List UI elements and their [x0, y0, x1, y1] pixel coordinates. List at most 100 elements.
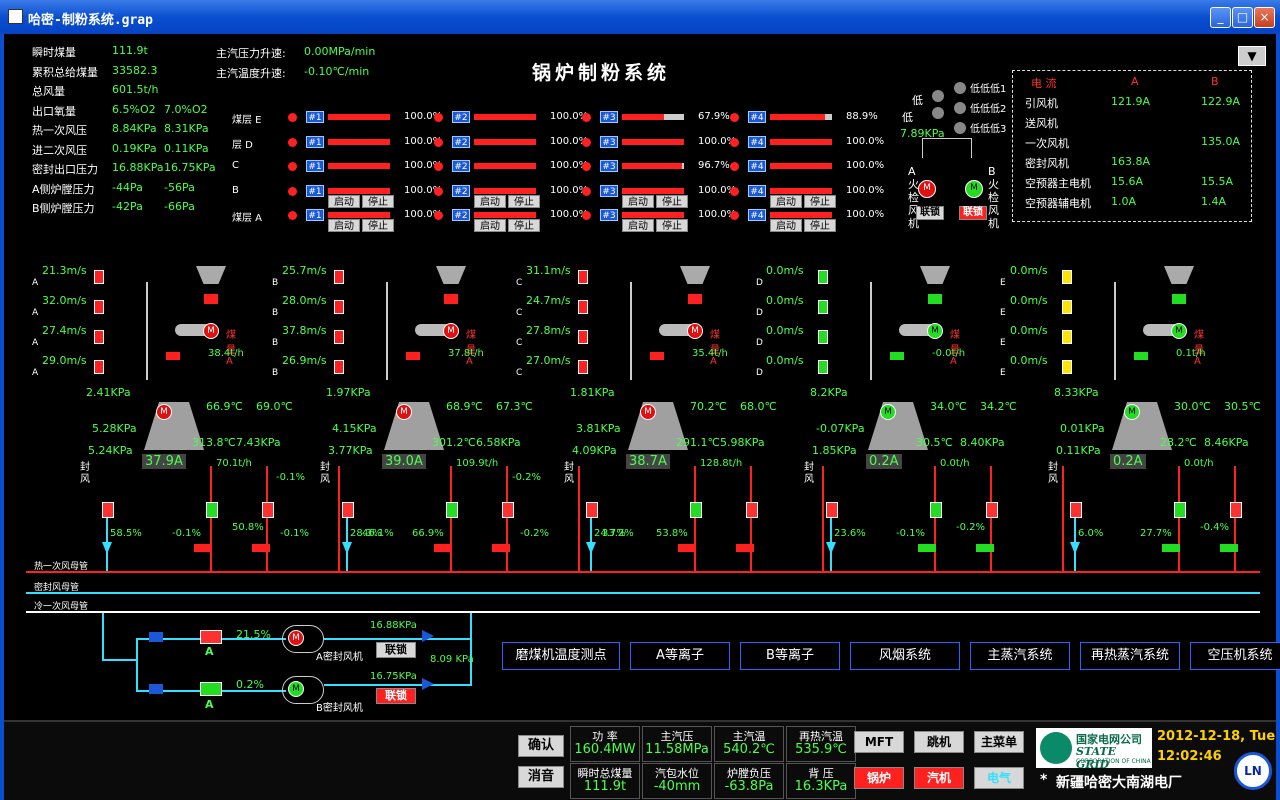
burner-tag[interactable]: #2 [452, 160, 470, 172]
hot-air-valve[interactable] [826, 502, 838, 518]
burner-tag[interactable]: #1 [306, 135, 324, 148]
main-menu-button[interactable]: 主菜单 [974, 731, 1024, 753]
nav-button[interactable]: A等离子 [630, 642, 730, 670]
damper-2[interactable] [736, 544, 754, 552]
burner-start-button[interactable]: 启动 [770, 219, 802, 232]
pipe-damper[interactable] [578, 300, 588, 314]
damper-2[interactable] [976, 544, 994, 552]
mft-button[interactable]: MFT [854, 731, 904, 753]
bypass-valve[interactable] [502, 502, 514, 518]
burner-tag[interactable]: #2 [452, 209, 470, 221]
burner-tag[interactable]: #3 [600, 111, 618, 123]
feeder-valve[interactable] [650, 352, 664, 360]
flame-fan-b-motor[interactable]: M [965, 180, 983, 198]
seal-b-fan-motor[interactable]: M [288, 681, 304, 697]
burner-stop-button[interactable]: 停止 [362, 219, 394, 232]
mute-button[interactable]: 消音 [518, 766, 564, 788]
burner-stop-button[interactable]: 停止 [508, 219, 540, 232]
pipe-damper[interactable] [334, 270, 344, 284]
burner-start-button[interactable]: 启动 [474, 219, 506, 232]
pipe-damper[interactable] [334, 330, 344, 344]
hopper-gate[interactable] [1172, 294, 1186, 304]
feeder-valve[interactable] [406, 352, 420, 360]
dropdown-icon[interactable]: ▼ [1238, 46, 1266, 66]
seal-a-fan-motor[interactable]: M [288, 630, 304, 646]
mill-motor[interactable]: M [396, 404, 412, 420]
seal-b-damper[interactable] [149, 684, 163, 694]
burner-stop-button[interactable]: 停止 [508, 194, 540, 208]
pipe-damper[interactable] [334, 360, 344, 374]
feeder-motor[interactable]: M [443, 323, 459, 339]
pipe-damper[interactable] [578, 270, 588, 284]
feeder-valve[interactable] [166, 352, 180, 360]
burner-tag[interactable]: #4 [748, 209, 766, 221]
burner-tag[interactable]: #4 [748, 111, 766, 123]
burner-start-button[interactable]: 启动 [328, 219, 360, 232]
damper-2[interactable] [1220, 544, 1238, 552]
hopper-gate[interactable] [688, 294, 702, 304]
pipe-damper[interactable] [94, 300, 104, 314]
burner-tag[interactable]: #3 [600, 209, 618, 221]
burner-tag[interactable]: #2 [452, 184, 470, 197]
nav-button[interactable]: 再热蒸汽系统 [1080, 642, 1180, 670]
hopper-gate[interactable] [444, 294, 458, 304]
nav-button[interactable]: 空压机系统 [1190, 642, 1280, 670]
pipe-damper[interactable] [1062, 300, 1072, 314]
seal-b-valve[interactable] [200, 682, 222, 696]
burner-start-button[interactable]: 启动 [622, 194, 654, 208]
damper-1[interactable] [1162, 544, 1180, 552]
hot-air-valve[interactable] [1070, 502, 1082, 518]
burner-tag[interactable]: #3 [600, 160, 618, 172]
burner-start-button[interactable]: 启动 [474, 194, 506, 208]
nav-button[interactable]: B等离子 [740, 642, 840, 670]
burner-start-button[interactable]: 启动 [770, 194, 802, 208]
damper-2[interactable] [492, 544, 510, 552]
hopper-gate[interactable] [928, 294, 942, 304]
hot-air-valve[interactable] [342, 502, 354, 518]
flame-lock-b-button[interactable]: 联锁 [959, 206, 987, 220]
feeder-valve[interactable] [1134, 352, 1148, 360]
electrical-button[interactable]: 电气 [974, 767, 1024, 789]
flame-lock-a-button[interactable]: 联锁 [916, 206, 944, 220]
pipe-damper[interactable] [818, 330, 828, 344]
seal-a-damper[interactable] [149, 632, 163, 642]
burner-tag[interactable]: #4 [748, 160, 766, 172]
seal-lock-button[interactable]: 联锁 [376, 642, 416, 658]
hopper-gate[interactable] [204, 294, 218, 304]
hot-air-valve[interactable] [102, 502, 114, 518]
feeder-motor[interactable]: M [687, 323, 703, 339]
nav-button[interactable]: 风烟系统 [850, 642, 960, 670]
cold-air-valve[interactable] [206, 502, 218, 518]
cold-air-valve[interactable] [446, 502, 458, 518]
pipe-damper[interactable] [1062, 330, 1072, 344]
cold-air-valve[interactable] [690, 502, 702, 518]
burner-start-button[interactable]: 启动 [328, 194, 360, 208]
burner-tag[interactable]: #2 [452, 111, 470, 123]
seal-lock-button-2[interactable]: 联锁 [376, 688, 416, 704]
feeder-motor[interactable]: M [927, 323, 943, 339]
bypass-valve[interactable] [986, 502, 998, 518]
burner-start-button[interactable]: 启动 [622, 219, 654, 232]
turbine-button[interactable]: 汽机 [914, 767, 964, 789]
cold-air-valve[interactable] [1174, 502, 1186, 518]
burner-stop-button[interactable]: 停止 [656, 219, 688, 232]
seal-a-valve[interactable] [200, 630, 222, 644]
burner-stop-button[interactable]: 停止 [362, 194, 394, 208]
damper-1[interactable] [194, 544, 212, 552]
burner-stop-button[interactable]: 停止 [804, 194, 836, 208]
confirm-button[interactable]: 确认 [518, 735, 564, 757]
burner-tag[interactable]: #1 [306, 160, 324, 172]
burner-stop-button[interactable]: 停止 [656, 194, 688, 208]
burner-tag[interactable]: #1 [306, 209, 324, 221]
boiler-button[interactable]: 锅炉 [854, 767, 904, 789]
hot-air-valve[interactable] [586, 502, 598, 518]
burner-tag[interactable]: #4 [748, 184, 766, 197]
minimize-button[interactable]: _ [1210, 7, 1231, 28]
pipe-damper[interactable] [578, 360, 588, 374]
pipe-damper[interactable] [578, 330, 588, 344]
burner-tag[interactable]: #4 [748, 135, 766, 148]
damper-1[interactable] [678, 544, 696, 552]
damper-2[interactable] [252, 544, 270, 552]
burner-tag[interactable]: #3 [600, 135, 618, 148]
damper-1[interactable] [434, 544, 452, 552]
